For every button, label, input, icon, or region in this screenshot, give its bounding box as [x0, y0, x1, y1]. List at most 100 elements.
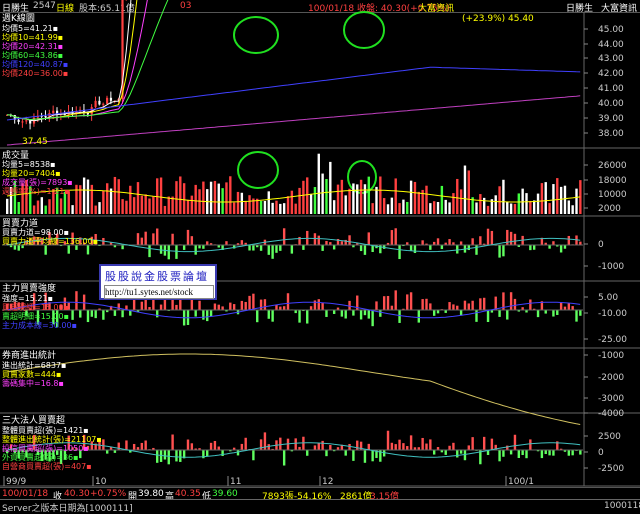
- volume-bar: [502, 180, 504, 214]
- force-bar: [475, 245, 477, 255]
- volume-bar: [575, 189, 577, 214]
- main-bar: [368, 310, 370, 319]
- watermark-url[interactable]: http://tu1.sytes.net/stock: [104, 285, 214, 299]
- main-bar: [268, 310, 270, 319]
- main-bar: [468, 303, 470, 310]
- volume-bar: [468, 170, 470, 214]
- force-bar: [448, 239, 450, 245]
- force-bar: [144, 232, 146, 245]
- main-bar: [198, 301, 200, 310]
- main-bar: [275, 305, 277, 310]
- candle-body: [106, 98, 108, 104]
- price-legend-item: 均價240=36.00▪: [2, 69, 68, 79]
- volume-bar: [414, 182, 416, 214]
- change-value: +0.75%: [90, 489, 126, 499]
- main-bar: [87, 310, 89, 322]
- volume-bar: [445, 200, 447, 214]
- main-bar: [279, 307, 281, 310]
- force-bar: [175, 245, 177, 259]
- main-bar: [298, 310, 300, 323]
- force-bar: [248, 245, 250, 250]
- inst-bar: [452, 443, 454, 450]
- force-bar: [121, 245, 123, 249]
- inst-bar: [579, 450, 581, 455]
- volume-bar: [475, 202, 477, 214]
- volume-bar: [125, 201, 127, 214]
- inst-bar: [156, 450, 158, 463]
- forum-watermark[interactable]: 股股說金股票論壇 http://tu1.sytes.net/stock: [99, 264, 217, 300]
- volume-bar: [448, 202, 450, 214]
- inst-bar: [425, 444, 427, 450]
- force-bar: [241, 240, 243, 245]
- main-tick-label: -25.00: [598, 335, 627, 345]
- force-bar: [568, 236, 570, 245]
- main-bar: [233, 304, 235, 310]
- main-bar: [395, 290, 397, 310]
- volume-bar: [33, 205, 35, 214]
- volume-bar: [264, 201, 266, 214]
- force-bar: [579, 242, 581, 245]
- force-bar: [321, 245, 323, 251]
- main-bar: [341, 310, 343, 317]
- inst-bar: [514, 435, 516, 450]
- main-bar: [79, 310, 81, 318]
- force-bar: [460, 241, 462, 245]
- force-bar: [325, 241, 327, 245]
- force-bar: [548, 245, 550, 249]
- inst-bar: [352, 450, 354, 461]
- volume-bar: [364, 184, 366, 214]
- volume-bar: [521, 189, 523, 214]
- main-bar: [83, 295, 85, 310]
- volume-bar: [529, 201, 531, 214]
- main-bar: [375, 301, 377, 310]
- force-bar: [491, 231, 493, 245]
- low-value: 39.60: [212, 489, 238, 499]
- volume-bar: [137, 182, 139, 214]
- volume-bar: [75, 185, 77, 214]
- inst-bar: [318, 443, 320, 450]
- inst-bar: [541, 450, 543, 458]
- main-bar: [510, 292, 512, 310]
- volume-bar: [233, 203, 235, 214]
- inst-bar: [241, 444, 243, 450]
- volume-tick-label: 2000: [598, 204, 621, 214]
- inst-bar: [568, 450, 570, 456]
- inst-bar: [518, 450, 520, 458]
- main-bar: [418, 310, 420, 323]
- inst-bar: [491, 439, 493, 450]
- inst-bar: [368, 444, 370, 450]
- inst-bar: [395, 444, 397, 450]
- volume-bar: [202, 182, 204, 214]
- inst-bar: [206, 450, 208, 456]
- force-bar: [471, 238, 473, 245]
- inst-bar: [545, 450, 547, 454]
- volume-bar: [333, 200, 335, 214]
- volume-bar: [194, 185, 196, 214]
- main-bar: [387, 296, 389, 310]
- inst-tick-label: 0: [598, 448, 604, 458]
- inst-bar: [179, 450, 181, 462]
- candle-body: [98, 101, 100, 105]
- volume-bar: [352, 183, 354, 214]
- main-bar: [241, 301, 243, 310]
- volume-bar: [248, 195, 250, 214]
- volume-bar: [379, 176, 381, 214]
- main-bar: [214, 304, 216, 310]
- main-bar: [537, 310, 539, 317]
- volume-bar: [302, 181, 304, 214]
- volume-bar: [225, 182, 227, 214]
- volume-bar: [410, 181, 412, 214]
- force-bar: [333, 245, 335, 249]
- volume-bar: [94, 206, 96, 214]
- main-bar: [156, 310, 158, 317]
- force-tick-label: -1000: [598, 262, 624, 272]
- highlight-circle: [238, 152, 278, 188]
- force-bar: [191, 236, 193, 245]
- volume-bar: [102, 191, 104, 214]
- volume-bar: [152, 197, 154, 214]
- main-bar: [141, 302, 143, 310]
- inst-bar: [525, 450, 527, 458]
- main-bar: [271, 310, 273, 322]
- inst-legend-item: 自營商買賣超(張)=407▪: [2, 462, 92, 472]
- main-bar: [560, 302, 562, 310]
